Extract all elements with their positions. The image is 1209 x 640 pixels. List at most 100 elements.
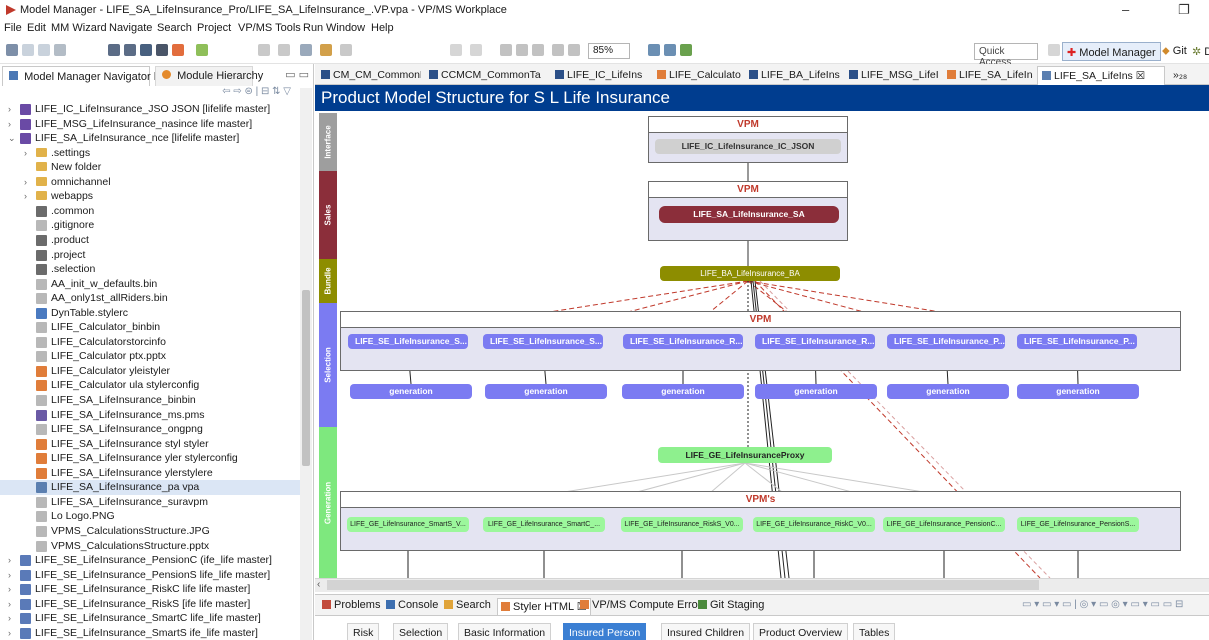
selection-node[interactable]: LIFE_SE_LifeInsurance_S... bbox=[483, 334, 603, 349]
tab-errors[interactable]: VP/MS Compute Errors bbox=[577, 598, 710, 615]
tree-item[interactable]: LIFE_SA_LifeInsurance yler stylerconfig bbox=[0, 451, 300, 466]
editor-tab[interactable]: LIFE_Calculator bbox=[653, 66, 741, 85]
save-all-icon[interactable] bbox=[38, 44, 50, 56]
expand-arrow-icon[interactable]: › bbox=[8, 611, 18, 626]
tree-item[interactable]: AA_only1st_allRiders.bin bbox=[0, 291, 300, 306]
menu-search[interactable]: Search bbox=[157, 22, 192, 34]
tree-item[interactable]: LIFE_Calculatorstorcinfo bbox=[0, 335, 300, 350]
generation-node[interactable]: generation bbox=[622, 384, 744, 399]
tree-item[interactable]: › .settings bbox=[0, 146, 300, 161]
expand-arrow-icon[interactable]: › bbox=[24, 146, 34, 161]
selection-node[interactable]: LIFE_SE_LifeInsurance_P... bbox=[1017, 334, 1137, 349]
tree-item[interactable]: › omnichannel bbox=[0, 175, 300, 190]
expand-arrow-icon[interactable]: › bbox=[8, 582, 18, 597]
selection-node[interactable]: LIFE_SE_LifeInsurance_R... bbox=[623, 334, 743, 349]
tree-item[interactable]: LIFE_SA_LifeInsurance_binbin bbox=[0, 393, 300, 408]
generation-node[interactable]: generation bbox=[1017, 384, 1139, 399]
align-top-icon[interactable] bbox=[552, 44, 564, 56]
perspective-model-manager[interactable]: ✚ Model Manager bbox=[1062, 42, 1161, 61]
scroll-left-arrow-icon[interactable]: ‹ bbox=[317, 579, 320, 590]
annotation-icon[interactable] bbox=[278, 44, 290, 56]
diagram-horizontal-scrollbar-thumb[interactable] bbox=[327, 580, 1039, 590]
open-perspective-icon[interactable] bbox=[1048, 44, 1060, 56]
history-icon[interactable] bbox=[258, 44, 270, 56]
expand-arrow-icon[interactable]: › bbox=[8, 553, 18, 568]
undo-icon[interactable] bbox=[450, 44, 462, 56]
styler-tab[interactable]: Insured Children bbox=[661, 623, 751, 640]
navigator-scrollbar-thumb[interactable] bbox=[302, 290, 310, 466]
tab-console[interactable]: Console bbox=[383, 598, 441, 615]
tree-item[interactable]: LIFE_Calculator_binbin bbox=[0, 320, 300, 335]
collapse-arrow-icon[interactable]: ⌄ bbox=[8, 131, 18, 146]
minimize-button[interactable]: – bbox=[1122, 2, 1129, 17]
grid-icon[interactable] bbox=[156, 44, 168, 56]
menu-window[interactable]: Window bbox=[326, 22, 365, 34]
tab-module-hierarchy[interactable]: Module Hierarchy bbox=[155, 66, 263, 86]
perspective-debug[interactable]: ✲ D bbox=[1188, 42, 1209, 61]
debug-icon[interactable] bbox=[172, 44, 184, 56]
expand-arrow-icon[interactable]: › bbox=[24, 189, 34, 204]
tree-item[interactable]: VPMS_CalculationsStructure.JPG bbox=[0, 524, 300, 539]
vpm-node[interactable]: LIFE_GE_LifeInsurance_PensionS... bbox=[1017, 517, 1139, 532]
layout-icon[interactable] bbox=[648, 44, 660, 56]
tree-item[interactable]: LIFE_SA_LifeInsurance_suravpm bbox=[0, 495, 300, 510]
styler-tab[interactable]: Basic Information bbox=[458, 623, 552, 640]
tab-problems[interactable]: Problems bbox=[319, 598, 383, 615]
tree-item[interactable]: .project bbox=[0, 248, 300, 263]
tree-item[interactable]: LIFE_Calculator yleistyler bbox=[0, 364, 300, 379]
tab-model-manager-navigator[interactable]: Model Manager Navigator ☒ bbox=[2, 66, 164, 86]
editor-tab[interactable]: LIFE_SA_LifeIns bbox=[943, 66, 1033, 85]
generation-node[interactable]: generation bbox=[485, 384, 607, 399]
sales-node[interactable]: LIFE_SA_LifeInsurance_SA bbox=[659, 206, 839, 223]
expand-arrow-icon[interactable]: › bbox=[8, 117, 18, 132]
editor-tab[interactable]: LIFE_IC_LifeIns bbox=[551, 66, 649, 85]
wizard-icon[interactable] bbox=[196, 44, 208, 56]
tree-item[interactable]: .gitignore bbox=[0, 218, 300, 233]
styler-tab[interactable]: Risk bbox=[347, 623, 380, 640]
expand-arrow-icon[interactable]: › bbox=[8, 102, 18, 117]
tree-item[interactable]: Lo Logo.PNG bbox=[0, 509, 300, 524]
generation-node[interactable]: generation bbox=[350, 384, 472, 399]
new-icon[interactable] bbox=[6, 44, 18, 56]
refresh-icon[interactable] bbox=[680, 44, 692, 56]
tree-item[interactable]: LIFE_SA_LifeInsurance styl styler bbox=[0, 437, 300, 452]
vpm-node[interactable]: LIFE_GE_LifeInsurance_PensionC... bbox=[883, 517, 1005, 532]
tree-item[interactable]: .selection bbox=[0, 262, 300, 277]
editor-tab[interactable]: LIFE_MSG_LifeIn bbox=[845, 66, 939, 85]
table-icon[interactable] bbox=[140, 44, 152, 56]
align-right-icon[interactable] bbox=[532, 44, 544, 56]
tree-item[interactable]: LIFE_SA_LifeInsurance_ms.pms bbox=[0, 408, 300, 423]
tree-item[interactable]: LIFE_SA_LifeInsurance_pa vpa bbox=[0, 480, 300, 496]
quick-access-input[interactable]: Quick Access bbox=[974, 43, 1038, 68]
tree-item[interactable]: › LIFE_IC_LifeInsurance_JSO JSON [lifelif… bbox=[0, 102, 300, 117]
menu-navigate[interactable]: Navigate bbox=[109, 22, 152, 34]
tree-item[interactable]: AA_init_w_defaults.bin bbox=[0, 277, 300, 292]
print-icon[interactable] bbox=[54, 44, 66, 56]
align-bottom-icon[interactable] bbox=[568, 44, 580, 56]
menu-help[interactable]: Help bbox=[371, 22, 394, 34]
nav-forward-icon[interactable] bbox=[340, 44, 352, 56]
align-center-icon[interactable] bbox=[516, 44, 528, 56]
vpm-node[interactable]: LIFE_GE_LifeInsurance_SmartC_... bbox=[483, 517, 605, 532]
vpm-node[interactable]: LIFE_GE_LifeInsurance_SmartS_V... bbox=[347, 517, 469, 532]
tab-search[interactable]: Search bbox=[441, 598, 494, 615]
editor-tab[interactable]: CCMCM_CommonTa bbox=[425, 66, 547, 85]
vpm-node[interactable]: LIFE_GE_LifeInsurance_RiskC_V0... bbox=[753, 517, 875, 532]
save-icon[interactable] bbox=[22, 44, 34, 56]
tree-item[interactable]: LIFE_Calculator ptx.pptx bbox=[0, 349, 300, 364]
editor-tab[interactable]: LIFE_SA_LifeIns ☒ bbox=[1037, 66, 1165, 85]
tree-item[interactable]: › LIFE_SE_LifeInsurance_PensionS life_lif… bbox=[0, 568, 300, 583]
selection-node[interactable]: LIFE_SE_LifeInsurance_S... bbox=[348, 334, 468, 349]
tree-item[interactable]: VPMS_CalculationsStructure.pptx bbox=[0, 539, 300, 554]
tree-item[interactable]: DynTable.stylerc bbox=[0, 306, 300, 321]
expand-arrow-icon[interactable]: › bbox=[8, 626, 18, 640]
tree-item[interactable]: › LIFE_SE_LifeInsurance_RiskC life life m… bbox=[0, 582, 300, 597]
redo-icon[interactable] bbox=[470, 44, 482, 56]
align-left-icon[interactable] bbox=[500, 44, 512, 56]
restore-button[interactable]: ❐ bbox=[1178, 2, 1190, 18]
menu-project[interactable]: Project bbox=[197, 22, 231, 34]
tree-item[interactable]: .common bbox=[0, 204, 300, 219]
tree-item[interactable]: ⌄ LIFE_SA_LifeInsurance_nce [lifelife mas… bbox=[0, 131, 300, 146]
expand-arrow-icon[interactable]: › bbox=[24, 175, 34, 190]
styler-tab[interactable]: Tables bbox=[853, 623, 896, 640]
